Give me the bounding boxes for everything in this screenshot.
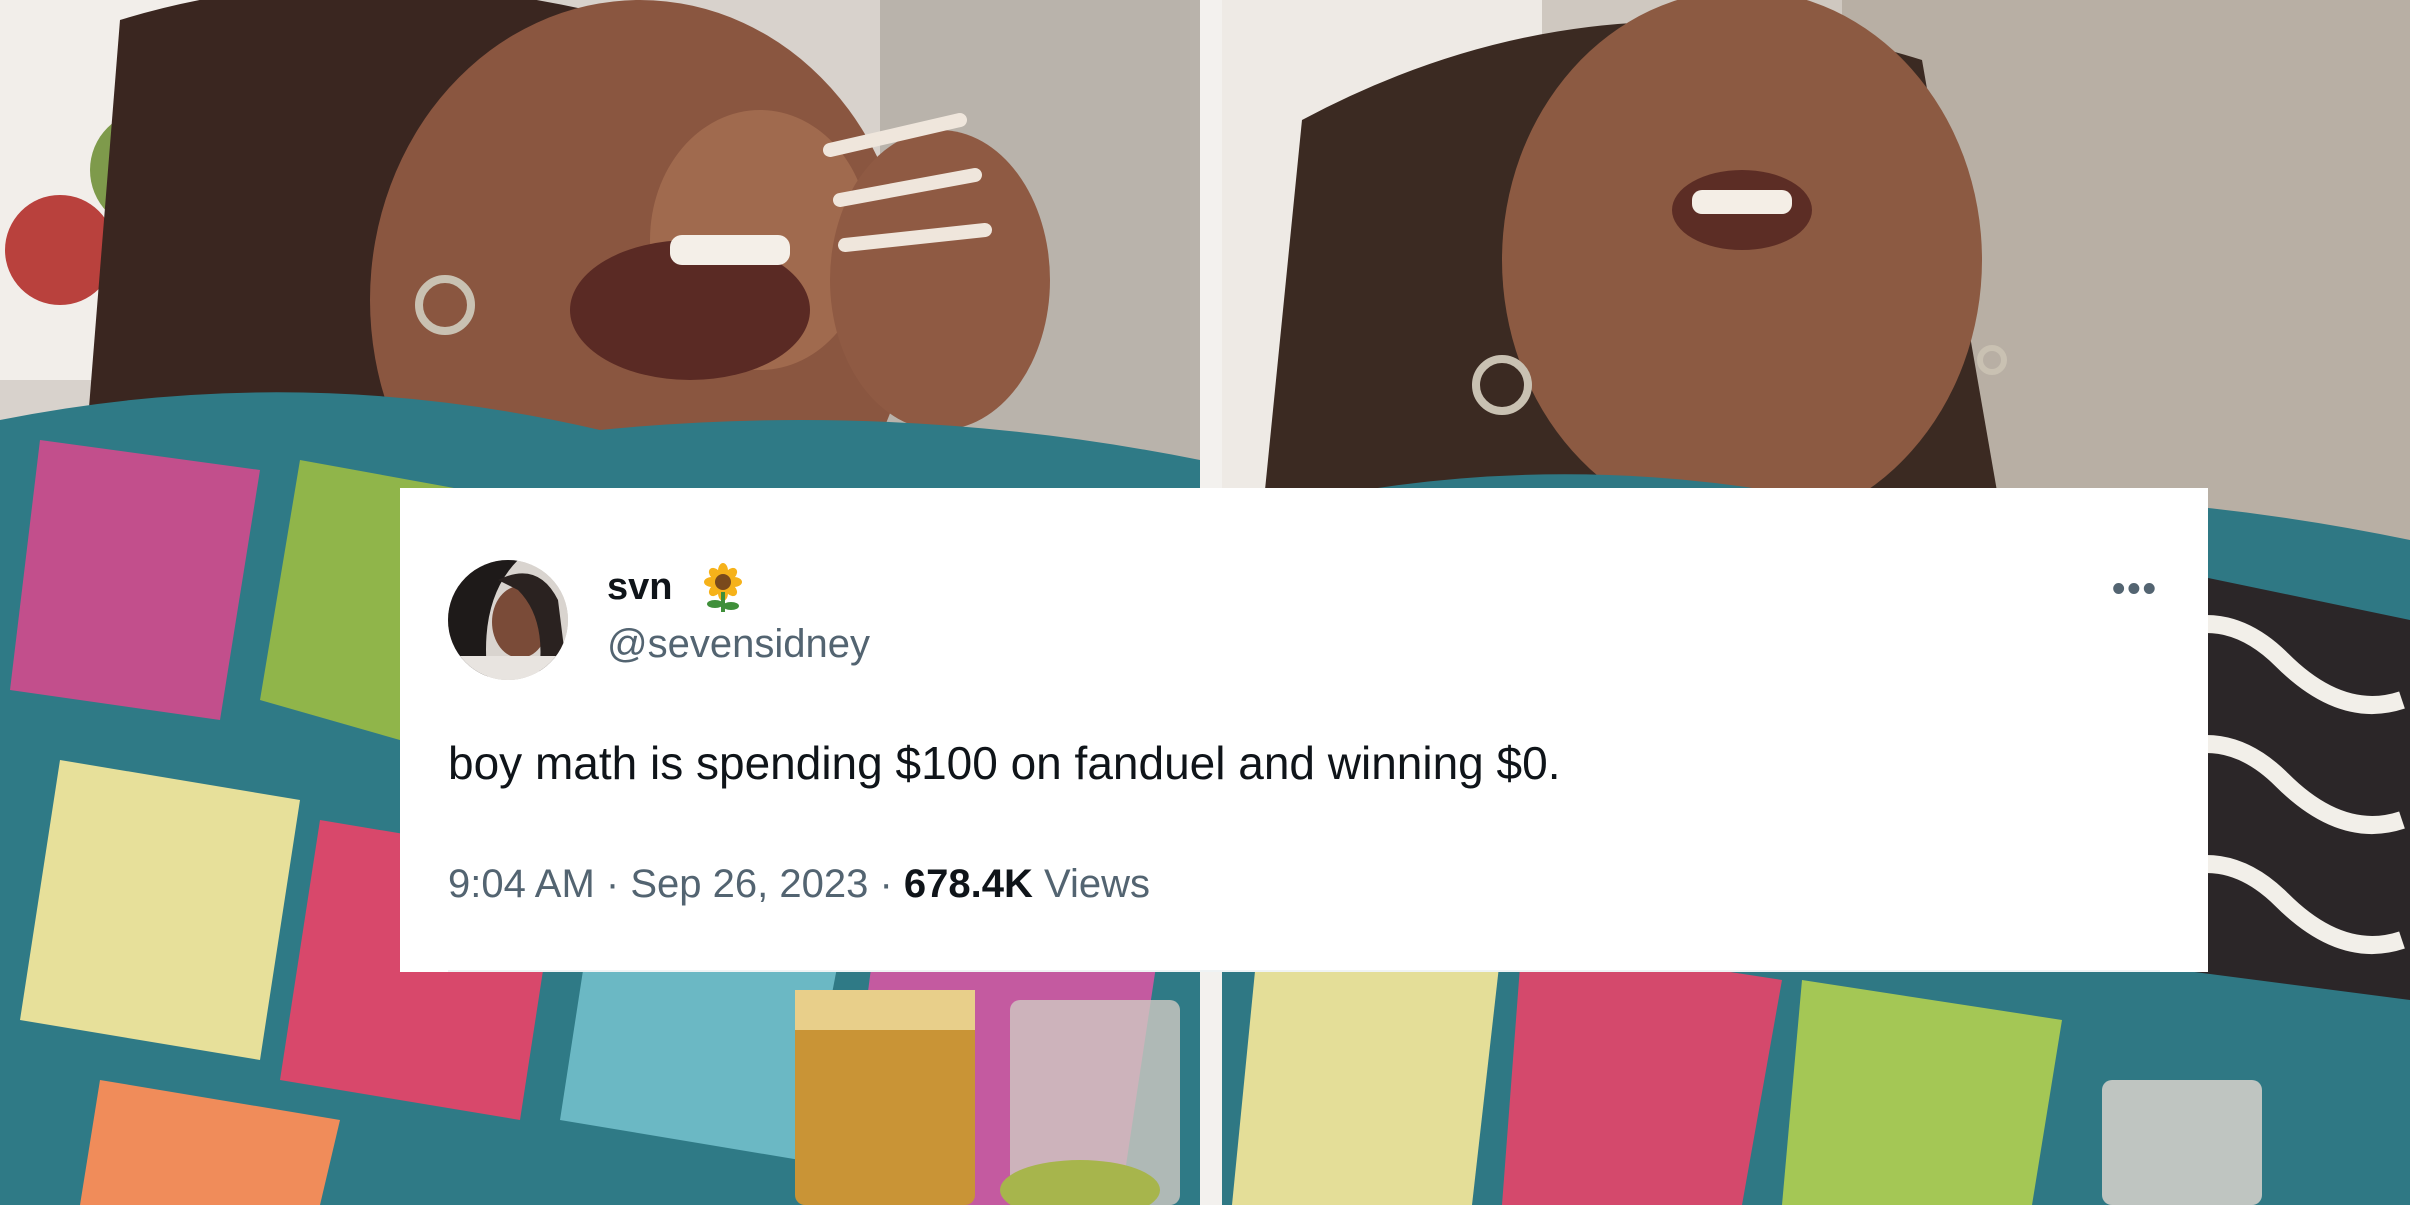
meta-separator: · — [879, 862, 893, 906]
views-count: 678.4K — [903, 862, 1033, 906]
tweet-meta: 9:04 AM · Sep 26, 2023 · 678.4K Views — [448, 862, 1150, 907]
meta-separator: · — [605, 862, 620, 906]
user-handle[interactable]: @sevensidney — [607, 622, 870, 667]
tweet-date[interactable]: Sep 26, 2023 — [630, 862, 868, 906]
more-icon[interactable]: ••• — [2112, 568, 2158, 611]
avatar[interactable] — [448, 560, 568, 680]
views-label: Views — [1044, 862, 1151, 906]
tweet-card[interactable]: svn @sevensidney ••• boy math is spendin… — [400, 488, 2208, 972]
display-name[interactable]: svn — [607, 566, 672, 609]
sunflower-icon — [704, 563, 742, 612]
tweet-text: boy math is spending $100 on fanduel and… — [448, 737, 1561, 789]
tweet-time[interactable]: 9:04 AM — [448, 862, 595, 906]
card-divider — [448, 970, 2160, 972]
